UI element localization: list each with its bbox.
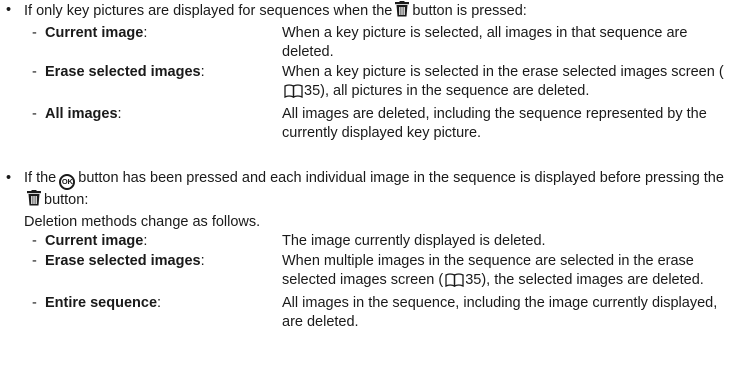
bullet-section-individual-images: • If the OK button has been pressed and ea… [0,169,740,333]
intro-text-before: If only key pictures are displayed for s… [24,3,393,19]
book-reference-icon [284,84,303,105]
list-item-entire-sequence: - Entire sequence: All images in the seq… [0,294,740,333]
term-description: When a key picture is selected in the er… [282,63,732,105]
dash-marker: - [32,105,37,122]
dash-marker: - [32,252,37,269]
term-description: When a key picture is selected, all imag… [282,24,688,61]
bullet-dot: • [6,170,12,186]
manual-page: • If only key pictures are displayed for… [0,0,745,366]
page-reference[interactable]: 35 [465,272,481,288]
intro-text-after: button is pressed: [412,3,527,19]
book-reference-icon [445,273,464,294]
term-label: Current image: [45,24,148,41]
term-label: Entire sequence: [45,294,162,311]
subtext: Deletion methods change as follows. [24,213,261,230]
bullet-section-key-pictures: • If only key pictures are displayed for… [0,1,740,144]
dash-marker: - [32,24,37,41]
list-item-current-image: - Current image: The image currently dis… [0,232,740,252]
term-label: Current image: [45,233,148,249]
term-label: Erase selected images: [45,252,205,269]
term-label: All images: [45,105,122,122]
list-item-current-image: - Current image: When a key picture is s… [0,24,740,63]
list-item-erase-selected: - Erase selected images: When multiple i… [0,252,740,294]
dash-marker: - [32,63,37,80]
list-item-erase-selected: - Erase selected images: When a key pict… [0,63,740,105]
trash-icon [27,190,41,213]
ok-button-icon: OK [59,174,76,190]
page-reference[interactable]: 35 [304,83,320,99]
bullet-intro: • If the OK button has been pressed and ea… [0,169,740,232]
dash-marker: - [32,294,37,311]
term-description: The image currently displayed is deleted… [282,233,546,249]
term-description: When multiple images in the sequence are… [282,252,732,294]
term-description: All images are deleted, including the se… [282,105,707,142]
list-item-all-images: - All images: All images are deleted, in… [0,105,740,144]
term-description: All images in the sequence, including th… [282,294,718,331]
trash-icon [395,1,410,24]
bullet-intro: • If only key pictures are displayed for… [0,1,740,24]
bullet-dot: • [6,2,12,18]
dash-marker: - [32,233,37,249]
term-label: Erase selected images: [45,63,205,80]
